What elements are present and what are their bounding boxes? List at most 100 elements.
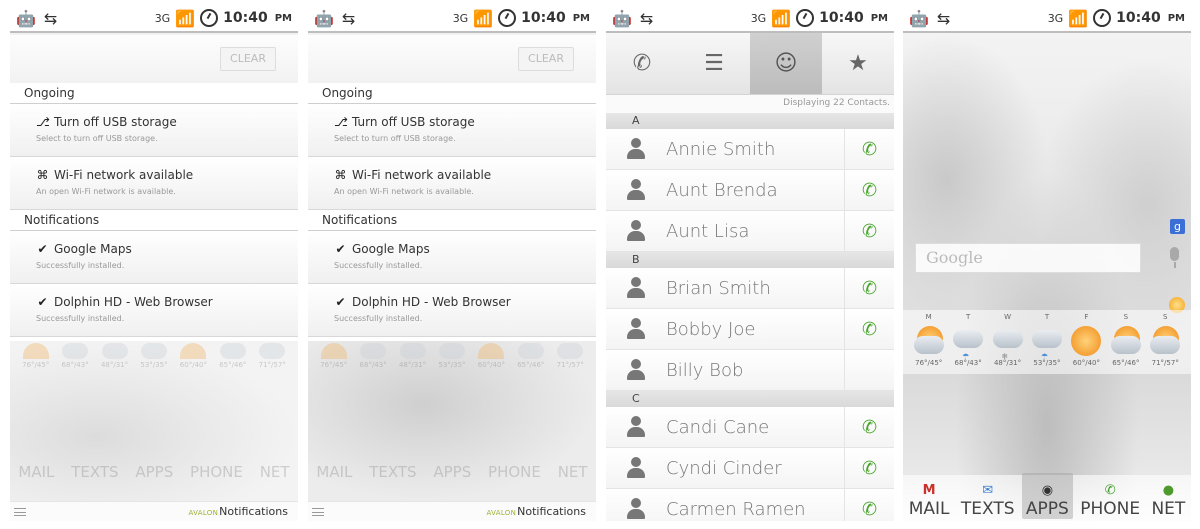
contacts-tabs: ✆ ☰ ☺ ★	[606, 33, 894, 95]
call-icon[interactable]: ✆	[844, 488, 894, 521]
contact-row[interactable]: Aunt Lisa ✆	[606, 210, 894, 252]
call-icon[interactable]: ✆	[844, 308, 894, 350]
notification-google-maps[interactable]: ✔ Google Maps Successfully installed.	[10, 231, 298, 284]
avatar-icon	[626, 179, 646, 201]
notifications-header: Notifications	[308, 210, 596, 231]
phone-icon: ✆	[632, 51, 652, 76]
partly-sunny-icon	[911, 324, 947, 358]
call-icon[interactable]: ✆	[844, 210, 894, 252]
partly-sunny-icon	[1108, 324, 1144, 358]
handle-icon[interactable]	[312, 507, 324, 516]
phone-home: 🤖 ⇆ 3G 📶 10:40PM g Google M 76°/45° T ☂	[903, 5, 1191, 521]
notification-title: Dolphin HD - Web Browser	[352, 295, 511, 309]
call-icon[interactable]: ✆	[844, 406, 894, 448]
contact-row[interactable]: Cyndi Cinder ✆	[606, 447, 894, 489]
brand-label: AVALONNotifications	[486, 505, 586, 518]
ongoing-header: Ongoing	[308, 83, 596, 104]
weather-widget[interactable]: M 76°/45° T ☂ 68°/43° W ❄ 48°/31° T ☂ 53…	[903, 310, 1191, 374]
apps-icon: ◉	[1041, 483, 1054, 498]
notification-dolphin[interactable]: ✔ Dolphin HD - Web Browser Successfully i…	[308, 284, 596, 337]
notification-wifi[interactable]: ⌘ Wi-Fi network available An open Wi-Fi n…	[10, 157, 298, 210]
signal-icon: 📶	[473, 8, 494, 28]
faded-weather: 76°/45° 68°/43° 48°/31° 53°/35° 60°/40° …	[10, 343, 298, 369]
usb-icon: ⇆	[341, 8, 356, 28]
contact-row[interactable]: Annie Smith ✆	[606, 128, 894, 170]
android-icon: 🤖	[314, 8, 334, 28]
faded-day: 71°/57°	[557, 343, 584, 369]
faded-day: 71°/57°	[259, 343, 286, 369]
clear-row: CLEAR	[10, 35, 298, 83]
contact-row[interactable]: Billy Bob	[606, 349, 894, 391]
notification-bottom-bar: AVALONNotifications	[308, 501, 596, 521]
android-icon: 🤖	[909, 8, 929, 28]
notification-google-maps[interactable]: ✔ Google Maps Successfully installed.	[308, 231, 596, 284]
phone-contacts: 🤖 ⇆ 3G 📶 10:40 PM ✆ ☰ ☺ ★ Displaying 22 C…	[606, 5, 894, 521]
dock-label: APPS	[1025, 499, 1069, 519]
contact-name: Brian Smith	[666, 277, 771, 299]
weather-day: S 65°/46°	[1108, 313, 1144, 374]
checkmark-icon: ✔	[335, 295, 346, 309]
status-bar: 🤖 ⇆ 3G 📶 10:40 PM	[10, 5, 298, 33]
contact-name: Bobby Joe	[666, 318, 756, 340]
phone-notifications-2: 🤖 ⇆ 3G 📶 10:40 PM 76°/45° 68°/43° 48°/31°…	[308, 5, 596, 521]
ampm: PM	[274, 12, 292, 24]
clear-button[interactable]: CLEAR	[220, 47, 276, 71]
contact-row[interactable]: Carmen Ramen ✆	[606, 488, 894, 521]
messaging-icon: ✉	[982, 483, 994, 498]
android-icon: 🤖	[612, 8, 632, 28]
clear-button[interactable]: CLEAR	[518, 47, 574, 71]
contact-row[interactable]: Bobby Joe ✆	[606, 308, 894, 350]
dock-net[interactable]: ● NET	[1147, 483, 1189, 519]
call-icon[interactable]: ✆	[844, 128, 894, 170]
notification-subtitle: Successfully installed.	[36, 314, 125, 323]
call-icon[interactable]: ✆	[844, 169, 894, 211]
usb-icon: ⇆	[43, 8, 58, 28]
notification-subtitle: An open Wi-Fi network is available.	[334, 187, 474, 196]
notification-wifi[interactable]: ⌘ Wi-Fi network available An open Wi-Fi n…	[308, 157, 596, 210]
tab-phone[interactable]: ✆	[606, 33, 678, 94]
call-icon[interactable]: ✆	[844, 447, 894, 489]
faded-day: 48°/31°	[101, 343, 128, 369]
notification-dolphin[interactable]: ✔ Dolphin HD - Web Browser Successfully i…	[10, 284, 298, 337]
contact-row[interactable]: Aunt Brenda ✆	[606, 169, 894, 211]
dock-texts[interactable]: ✉ TEXTS	[957, 483, 1019, 519]
ongoing-header: Ongoing	[10, 83, 298, 104]
mic-icon[interactable]	[1167, 247, 1181, 269]
android-icon: 🤖	[16, 8, 36, 28]
tab-favorites[interactable]: ★	[822, 33, 894, 94]
faded-weather: 76°/45° 68°/43° 48°/31° 53°/35° 60°/40° …	[308, 343, 596, 369]
tab-call-log[interactable]: ☰	[678, 33, 750, 94]
notification-usb[interactable]: ⎇ Turn off USB storage Select to turn off…	[308, 104, 596, 157]
contact-row[interactable]: Candi Cane ✆	[606, 406, 894, 448]
clock-icon	[796, 9, 815, 27]
checkmark-icon: ✔	[37, 295, 48, 309]
contact-row[interactable]: Brian Smith ✆	[606, 267, 894, 309]
notification-title: Wi-Fi network available	[352, 168, 492, 182]
tab-contacts[interactable]: ☺	[750, 33, 822, 94]
list-icon: ☰	[704, 51, 724, 76]
notification-subtitle: Select to turn off USB storage.	[334, 134, 456, 143]
faded-day: 65°/46°	[219, 343, 246, 369]
faded-day: 76°/45°	[22, 343, 49, 369]
phone-icon: ✆	[1104, 483, 1116, 498]
dock-phone[interactable]: ✆ PHONE	[1076, 483, 1144, 519]
time: 10:40	[223, 10, 268, 26]
contacts-icon: ☺	[774, 51, 798, 76]
dock-mail[interactable]: M MAIL	[905, 483, 954, 519]
weather-day: F 60°/40°	[1068, 313, 1104, 374]
faded-home: 76°/45° 68°/43° 48°/31° 53°/35° 60°/40° …	[308, 341, 596, 501]
faded-home: 76°/45° 68°/43° 48°/31° 53°/35° 60°/40° …	[10, 341, 298, 501]
notification-subtitle: Select to turn off USB storage.	[36, 134, 158, 143]
google-badge-icon[interactable]: g	[1170, 219, 1185, 234]
dock-label: TEXTS	[960, 499, 1015, 519]
call-icon[interactable]: ✆	[844, 267, 894, 309]
handle-icon[interactable]	[14, 507, 26, 516]
usb-icon: ⎇	[36, 115, 50, 129]
dock-apps[interactable]: ◉ APPS	[1021, 473, 1073, 519]
google-search-input[interactable]: Google	[915, 243, 1141, 273]
notification-usb[interactable]: ⎇ Turn off USB storage Select to turn off…	[10, 104, 298, 157]
rain-icon: ☂	[1029, 324, 1065, 361]
usb-icon: ⇆	[639, 8, 654, 28]
wifi-icon: ⌘	[334, 168, 347, 182]
dock-label: MAIL	[908, 499, 950, 519]
